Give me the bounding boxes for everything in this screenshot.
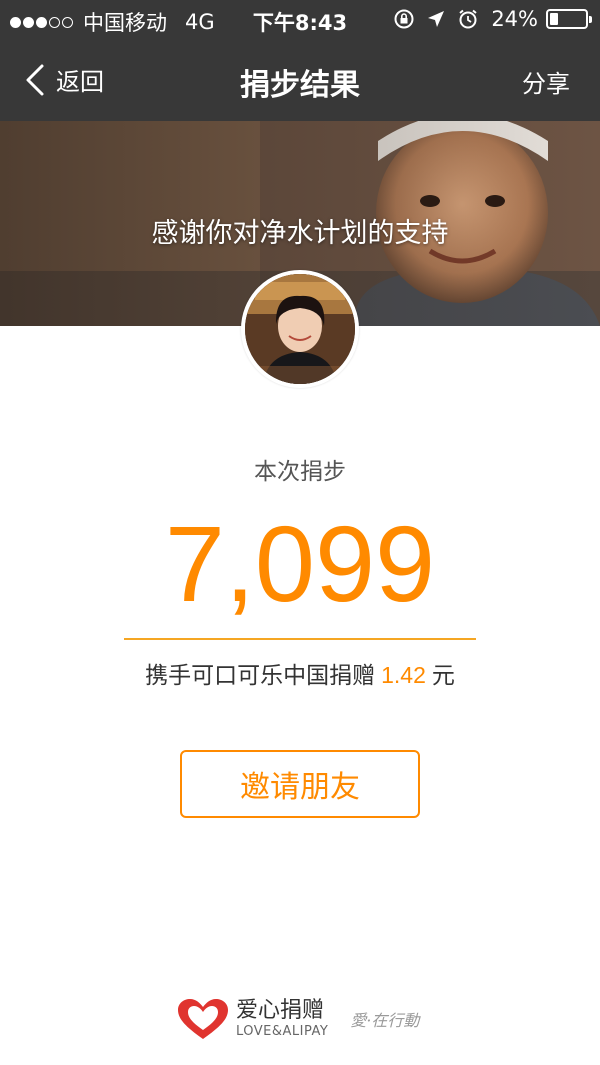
page-title: 捐步结果 — [240, 68, 360, 103]
banner-message: 感谢你对净水计划的支持 — [151, 218, 449, 249]
donation-unit: 元 — [431, 663, 455, 689]
footer: 爱心捐赠 LOVE&ALIPAY 愛·在行動 — [176, 994, 419, 1044]
footer-brand: 爱心捐赠 LOVE&ALIPAY — [236, 998, 329, 1039]
donation-prefix: 携手可口可乐中国捐赠 — [145, 663, 376, 689]
battery-percent: 24% — [491, 7, 538, 31]
battery-icon — [546, 9, 592, 29]
invite-friends-button[interactable]: 邀请朋友 — [180, 750, 420, 818]
brand-en: LOVE&ALIPAY — [236, 1023, 329, 1039]
avatar-photo — [245, 274, 355, 384]
heart-logo-icon — [178, 999, 228, 1039]
status-bar: 中国移动 4G 下午8:43 24% — [0, 0, 600, 40]
rotation-lock-icon — [393, 8, 415, 30]
step-count: 7,099 — [164, 503, 436, 624]
screen: 中国移动 4G 下午8:43 24% 返回 捐步结果 分享 感谢你对净水计划的支… — [0, 0, 600, 1065]
avatar[interactable] — [241, 270, 359, 388]
battery-fill — [550, 13, 558, 25]
donation-text: 携手可口可乐中国捐赠 1.42 元 — [0, 656, 600, 690]
footer-slogan: 愛·在行動 — [350, 1011, 420, 1030]
divider — [124, 638, 476, 640]
alarm-icon — [457, 8, 479, 30]
step-label: 本次捐步 — [254, 459, 346, 485]
nav-bar: 返回 捐步结果 分享 — [0, 40, 600, 121]
brand-cn: 爱心捐赠 — [236, 998, 325, 1024]
share-button[interactable]: 分享 — [522, 64, 570, 99]
status-right: 24% — [383, 7, 592, 31]
location-arrow-icon — [425, 8, 447, 30]
donation-amount: 1.42 — [381, 662, 426, 688]
